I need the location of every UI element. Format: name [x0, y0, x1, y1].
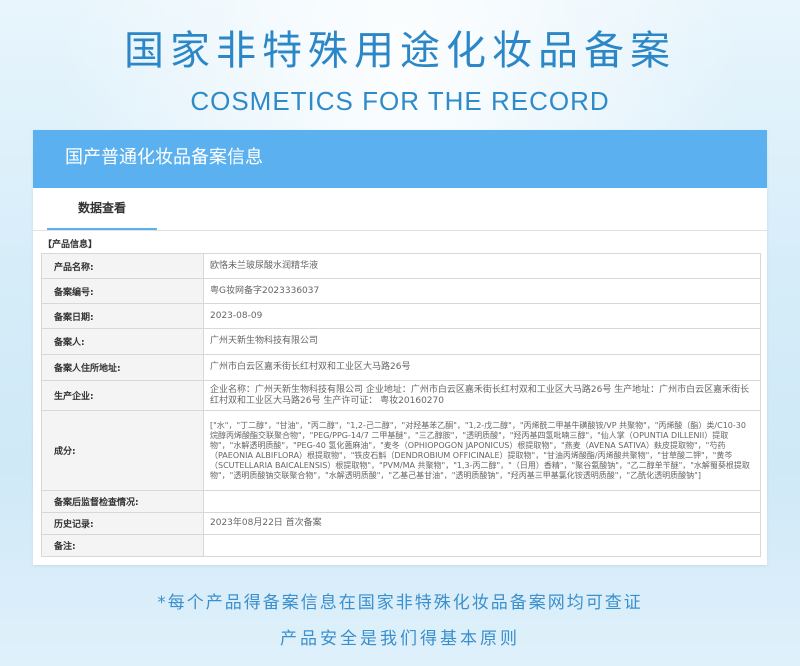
- row-key: 产品名称:: [41, 253, 204, 279]
- table-row: 备案人: 广州天新生物科技有限公司: [41, 328, 761, 355]
- table-row: 历史记录: 2023年08月22日 首次备案: [41, 512, 761, 535]
- table-row: 产品名称: 欧恪未兰玻尿酸水润精华液: [41, 253, 761, 279]
- row-key: 备案后监督检查情况:: [41, 490, 204, 513]
- footer-note: *每个产品得备案信息在国家非特殊化妆品备案网均可查证: [157, 593, 643, 613]
- row-value: 粤G妆网备字2023336037: [203, 278, 761, 304]
- table-row: 成分: ["水"，"丁二醇"，"甘油"，"丙二醇"，"1,2-己二醇"，"对羟基…: [41, 410, 761, 491]
- tab-data-view[interactable]: 数据查看: [47, 188, 157, 230]
- section-label-product-info: 【产品信息】: [43, 240, 98, 250]
- row-value: 广州天新生物科技有限公司: [203, 328, 761, 355]
- banner-title: 国家非特殊用途化妆品备案: [124, 28, 676, 74]
- table-row: 备案后监督检查情况:: [41, 490, 761, 513]
- record-info-card: 国产普通化妆品备案信息 数据查看 【产品信息】 产品名称: 欧恪未兰玻尿酸水润精…: [33, 130, 767, 565]
- row-key: 备案人:: [41, 328, 204, 355]
- table-row: 备案编号: 粤G妆网备字2023336037: [41, 278, 761, 304]
- row-value: [203, 534, 761, 557]
- table-row: 备案人住所地址: 广州市白云区嘉禾街长红村双和工业区大马路26号: [41, 354, 761, 381]
- row-key: 成分:: [41, 410, 204, 491]
- row-key: 历史记录:: [41, 512, 204, 535]
- row-value: 企业名称：广州天新生物科技有限公司 企业地址：广州市白云区嘉禾街长红村双和工业区…: [203, 380, 761, 411]
- banner-subtitle: COSMETICS FOR THE RECORD: [190, 86, 610, 116]
- row-key: 备案日期:: [41, 303, 204, 329]
- row-key: 备案编号:: [41, 278, 204, 304]
- row-value: 2023年08月22日 首次备案: [203, 512, 761, 535]
- table-row: 备案日期: 2023-08-09: [41, 303, 761, 329]
- card-header-title: 国产普通化妆品备案信息: [65, 147, 263, 168]
- row-value: 欧恪未兰玻尿酸水润精华液: [203, 253, 761, 279]
- row-value: 广州市白云区嘉禾街长红村双和工业区大马路26号: [203, 354, 761, 381]
- footer-principle: 产品安全是我们得基本原则: [280, 629, 520, 649]
- tab-bar: 数据查看: [33, 188, 767, 231]
- row-key: 生产企业:: [41, 380, 204, 411]
- row-value: 2023-08-09: [203, 303, 761, 329]
- table-row: 备注:: [41, 534, 761, 557]
- card-header: 国产普通化妆品备案信息: [33, 130, 767, 188]
- row-key: 备注:: [41, 534, 204, 557]
- row-key: 备案人住所地址:: [41, 354, 204, 381]
- row-value: ["水"，"丁二醇"，"甘油"，"丙二醇"，"1,2-己二醇"，"对羟基苯乙酮"…: [203, 410, 761, 491]
- product-info-table: 产品名称: 欧恪未兰玻尿酸水润精华液 备案编号: 粤G妆网备字202333603…: [41, 253, 761, 557]
- table-row: 生产企业: 企业名称：广州天新生物科技有限公司 企业地址：广州市白云区嘉禾街长红…: [41, 380, 761, 411]
- row-value: [203, 490, 761, 513]
